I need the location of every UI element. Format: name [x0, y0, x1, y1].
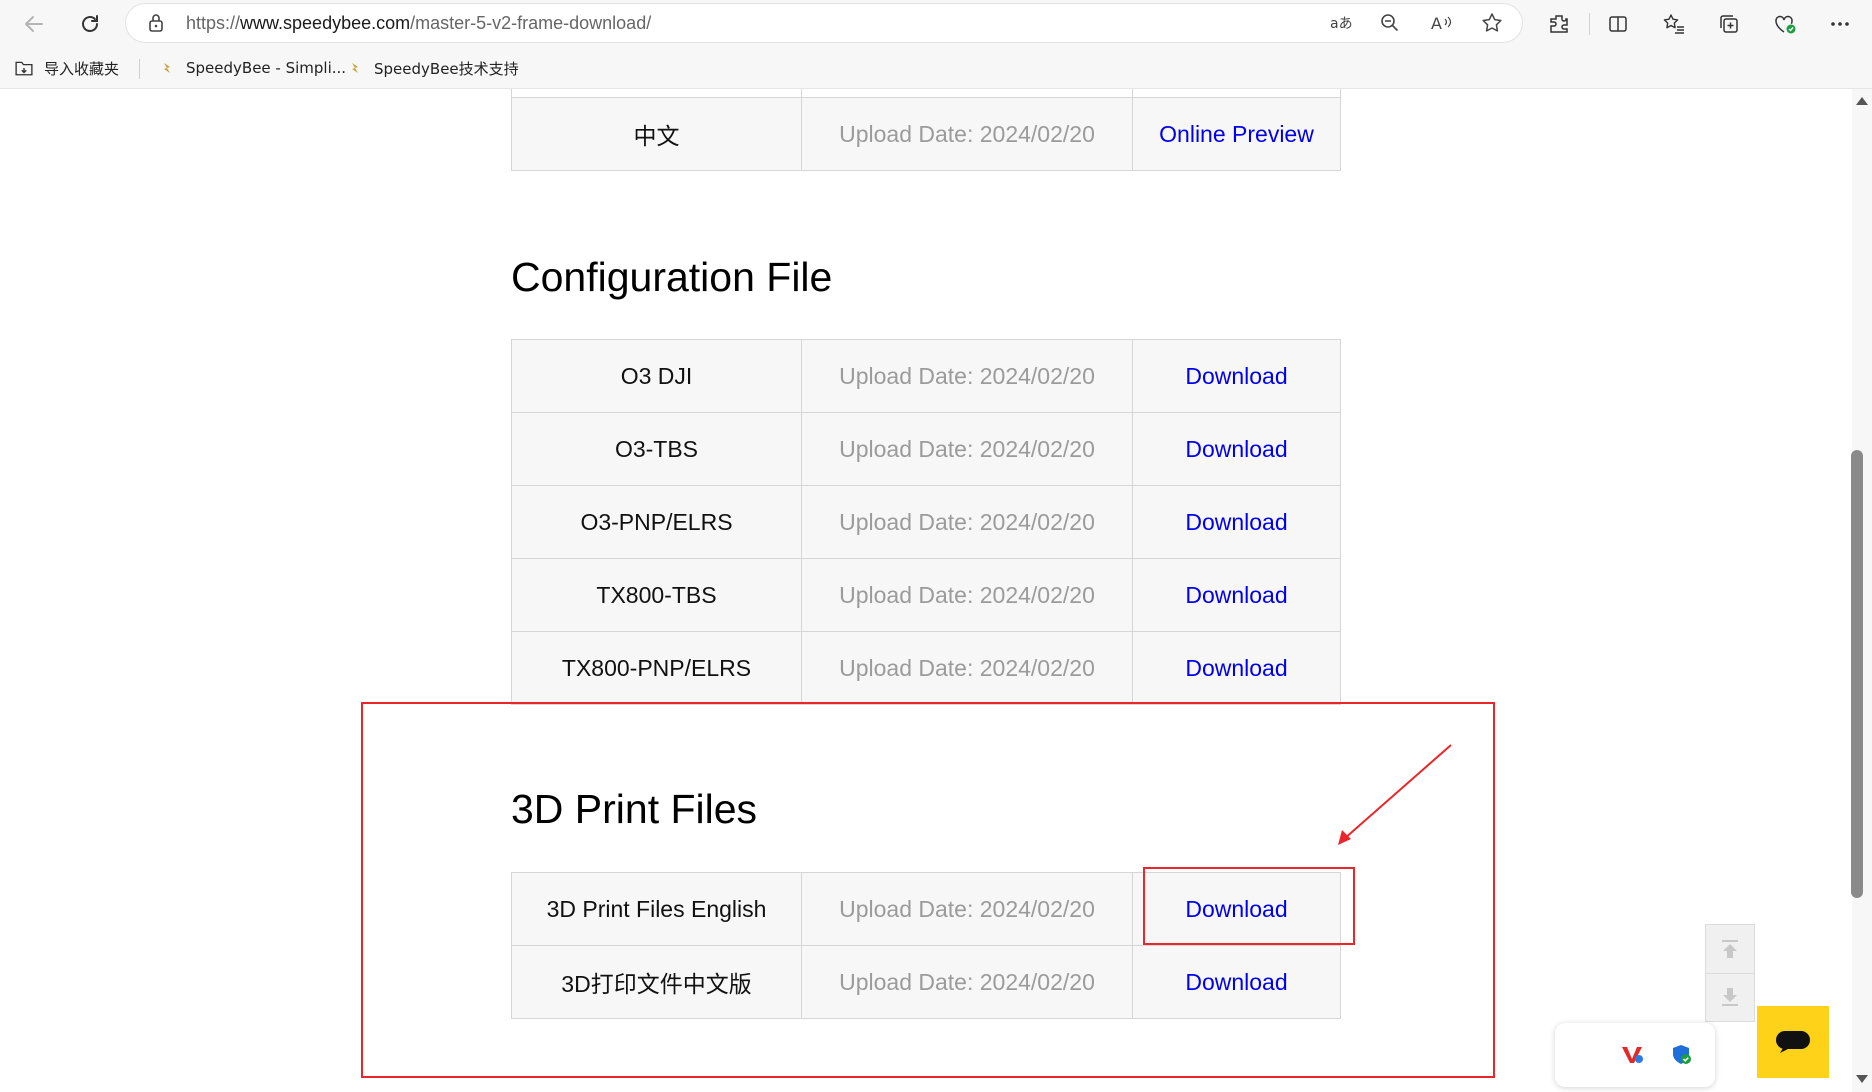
table-row: 中文 Upload Date: 2024/02/20 Online Previe…: [511, 97, 1341, 171]
extension-widget: [1555, 1023, 1715, 1087]
import-folder-icon: [15, 61, 33, 76]
action-cell: Download: [1132, 558, 1341, 632]
chat-button[interactable]: [1757, 1006, 1829, 1078]
download-link[interactable]: Download: [1185, 509, 1287, 535]
collections-icon[interactable]: [1715, 10, 1743, 38]
page-viewport: 中文 Upload Date: 2024/02/20 Online Previe…: [0, 89, 1852, 1092]
table-row: O3 DJI Upload Date: 2024/02/20 Download: [511, 339, 1341, 413]
svg-text:aあ: aあ: [1330, 16, 1352, 32]
scroll-to-bottom-button[interactable]: [1706, 973, 1754, 1021]
table-row: TX800-TBS Upload Date: 2024/02/20 Downlo…: [511, 558, 1341, 632]
split-screen-icon[interactable]: [1604, 10, 1632, 38]
bookmarks-divider: [139, 59, 140, 79]
file-name: 中文: [511, 97, 802, 171]
action-cell: Download: [1132, 631, 1341, 705]
browser-toolbar: https://www.speedybee.com/master-5-v2-fr…: [0, 0, 1872, 48]
table-row: O3-PNP/ELRS Upload Date: 2024/02/20 Down…: [511, 485, 1341, 559]
table-row: O3-TBS Upload Date: 2024/02/20 Download: [511, 412, 1341, 486]
address-bar[interactable]: https://www.speedybee.com/master-5-v2-fr…: [126, 4, 1522, 42]
lock-icon[interactable]: [148, 13, 164, 38]
upload-date: Upload Date: 2024/02/20: [801, 412, 1133, 486]
download-link[interactable]: Download: [1185, 436, 1287, 462]
favorites-list-icon[interactable]: [1660, 10, 1688, 38]
annotation-arrow-icon: [1338, 744, 1452, 845]
scroll-down-arrow-icon[interactable]: [1856, 1075, 1868, 1083]
bookmark-speedybee-support[interactable]: SpeedyBee技术支持: [348, 57, 519, 79]
download-link[interactable]: Download: [1185, 655, 1287, 681]
annotation-download-highlight: [1143, 867, 1355, 945]
file-name: O3-TBS: [511, 412, 802, 486]
download-link[interactable]: Download: [1185, 582, 1287, 608]
file-name: O3 DJI: [511, 339, 802, 413]
file-name: O3-PNP/ELRS: [511, 485, 802, 559]
vpn-extension-icon[interactable]: [1621, 1045, 1645, 1065]
favorite-star-icon[interactable]: [1481, 12, 1503, 39]
scroll-up-arrow-icon[interactable]: [1856, 97, 1868, 105]
more-options-icon[interactable]: [1826, 10, 1854, 38]
table-border-fragment: [511, 89, 512, 97]
file-name: TX800-PNP/ELRS: [511, 631, 802, 705]
arrow-up-icon: [1722, 940, 1738, 958]
back-icon[interactable]: [20, 10, 48, 38]
browser-essentials-icon[interactable]: [1771, 10, 1799, 38]
configuration-file-table: O3 DJI Upload Date: 2024/02/20 Download …: [511, 339, 1341, 705]
read-aloud-icon[interactable]: A: [1431, 13, 1453, 38]
download-link[interactable]: Download: [1185, 363, 1287, 389]
translate-icon[interactable]: aあ: [1330, 13, 1353, 38]
bookmark-import-favorites[interactable]: 导入收藏夹: [14, 57, 119, 79]
bookmark-label: SpeedyBee - Simpli...: [186, 59, 347, 77]
url-text: https://www.speedybee.com/master-5-v2-fr…: [186, 13, 651, 34]
table-row: TX800-PNP/ELRS Upload Date: 2024/02/20 D…: [511, 631, 1341, 705]
speedybee-favicon: [164, 63, 170, 73]
scrollbar-thumb[interactable]: [1851, 450, 1863, 898]
url-scheme: https://: [186, 13, 241, 33]
refresh-icon[interactable]: [76, 10, 104, 38]
bookmark-speedybee-simplify[interactable]: SpeedyBee - Simpli...: [160, 57, 346, 79]
action-cell: Download: [1132, 412, 1341, 486]
toolbar-divider: [1589, 13, 1590, 35]
svg-text:A: A: [1431, 14, 1442, 33]
section-title-configuration-file: Configuration File: [511, 254, 833, 300]
table-border-fragment: [801, 89, 802, 97]
extensions-icon[interactable]: [1545, 10, 1573, 38]
file-name: TX800-TBS: [511, 558, 802, 632]
bookmark-label: 导入收藏夹: [44, 59, 120, 78]
action-cell: Download: [1132, 485, 1341, 559]
zoom-out-icon[interactable]: [1380, 13, 1400, 38]
scroll-tools: [1705, 924, 1755, 1022]
url-path: /master-5-v2-frame-download/: [410, 13, 652, 33]
manual-table: 中文 Upload Date: 2024/02/20 Online Previe…: [511, 97, 1341, 171]
arrow-down-icon: [1722, 988, 1738, 1006]
upload-date: Upload Date: 2024/02/20: [801, 339, 1133, 413]
upload-date: Upload Date: 2024/02/20: [801, 97, 1133, 171]
table-border-fragment: [1132, 89, 1133, 97]
upload-date: Upload Date: 2024/02/20: [801, 631, 1133, 705]
table-border-fragment: [1340, 89, 1341, 97]
upload-date: Upload Date: 2024/02/20: [801, 558, 1133, 632]
bookmark-label: SpeedyBee技术支持: [374, 59, 519, 78]
action-cell: Download: [1132, 339, 1341, 413]
action-cell: Online Preview: [1132, 97, 1341, 171]
shield-check-icon[interactable]: [1670, 1043, 1694, 1067]
bookmarks-bar: 导入收藏夹 SpeedyBee - Simpli... SpeedyBee技术支…: [0, 48, 1872, 89]
url-host: www.speedybee.com: [240, 13, 411, 33]
speedybee-favicon: [352, 63, 358, 73]
scroll-to-top-button[interactable]: [1706, 925, 1754, 974]
upload-date: Upload Date: 2024/02/20: [801, 485, 1133, 559]
online-preview-link[interactable]: Online Preview: [1159, 121, 1314, 147]
chat-bubble-icon: [1776, 1031, 1810, 1053]
